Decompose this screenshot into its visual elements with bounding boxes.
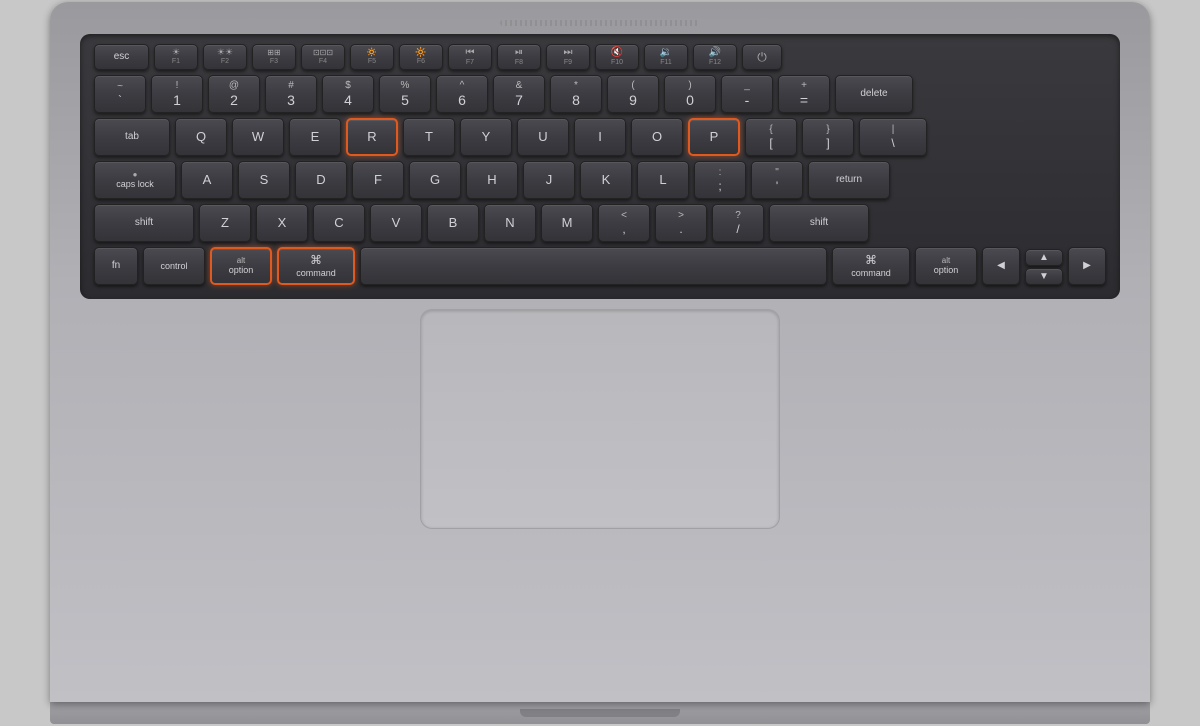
key-f9[interactable]: ⏭ F9 [546,44,590,70]
key-f7[interactable]: ⏮ F7 [448,44,492,70]
key-return[interactable]: return [808,161,890,199]
key-f1[interactable]: ☀ F1 [154,44,198,70]
key-5[interactable]: % 5 [379,75,431,113]
key-f10[interactable]: 🔇 F10 [595,44,639,70]
key-c[interactable]: C [313,204,365,242]
key-f12[interactable]: 🔊 F12 [693,44,737,70]
key-arrow-up[interactable]: ▲ [1025,249,1063,266]
key-f11[interactable]: 🔉 F11 [644,44,688,70]
key-9[interactable]: ( 9 [607,75,659,113]
key-command-right[interactable]: ⌘ command [832,247,910,285]
key-t[interactable]: T [403,118,455,156]
key-w[interactable]: W [232,118,284,156]
key-backslash[interactable]: | \ [859,118,927,156]
zxcv-row: shift Z X C V B N M < , > . ? / [94,204,1106,242]
key-comma[interactable]: < , [598,204,650,242]
key-arrow-down[interactable]: ▼ [1025,268,1063,285]
key-h[interactable]: H [466,161,518,199]
key-semicolon[interactable]: : ; [694,161,746,199]
key-q[interactable]: Q [175,118,227,156]
key-delete[interactable]: delete [835,75,913,113]
key-4[interactable]: $ 4 [322,75,374,113]
trackpad[interactable] [420,309,780,529]
key-f3[interactable]: ⊞⊞ F3 [252,44,296,70]
key-equals[interactable]: + = [778,75,830,113]
key-x[interactable]: X [256,204,308,242]
key-d[interactable]: D [295,161,347,199]
arrow-key-group: ◀ ▲ ▼ ▶ [982,247,1106,285]
key-6[interactable]: ^ 6 [436,75,488,113]
key-s[interactable]: S [238,161,290,199]
key-f2[interactable]: ☀☀ F2 [203,44,247,70]
trackpad-area [420,299,780,702]
key-l[interactable]: L [637,161,689,199]
key-quote[interactable]: " ' [751,161,803,199]
key-0[interactable]: ) 0 [664,75,716,113]
key-shift-right[interactable]: shift [769,204,869,242]
key-a[interactable]: A [181,161,233,199]
key-space[interactable] [360,247,827,285]
key-arrow-left[interactable]: ◀ [982,247,1020,285]
key-8[interactable]: * 8 [550,75,602,113]
key-option-right[interactable]: alt option [915,247,977,285]
key-k[interactable]: K [580,161,632,199]
key-slash[interactable]: ? / [712,204,764,242]
laptop-body: esc ☀ F1 ☀☀ F2 ⊞⊞ F3 ⊡⊡⊡ F4 � [50,2,1150,724]
key-arrow-right[interactable]: ▶ [1068,247,1106,285]
key-u[interactable]: U [517,118,569,156]
key-g[interactable]: G [409,161,461,199]
key-option-left[interactable]: alt option [210,247,272,285]
key-v[interactable]: V [370,204,422,242]
key-o[interactable]: O [631,118,683,156]
key-z[interactable]: Z [199,204,251,242]
key-power[interactable]: ⏻ [742,44,782,70]
speaker-grille [500,20,700,26]
key-minus[interactable]: _ - [721,75,773,113]
key-shift-left[interactable]: shift [94,204,194,242]
laptop-bottom [50,702,1150,724]
key-backtick[interactable]: ~ ` [94,75,146,113]
key-1[interactable]: ! 1 [151,75,203,113]
key-p[interactable]: P [688,118,740,156]
bottom-notch [520,709,680,717]
key-m[interactable]: M [541,204,593,242]
key-j[interactable]: J [523,161,575,199]
key-fn[interactable]: fn [94,247,138,285]
key-period[interactable]: > . [655,204,707,242]
key-bracket-left[interactable]: { [ [745,118,797,156]
key-y[interactable]: Y [460,118,512,156]
number-row: ~ ` ! 1 @ 2 # 3 $ 4 [94,75,1106,113]
key-esc[interactable]: esc [94,44,149,70]
bottom-row: fn control alt option ⌘ command ⌘ comman… [94,247,1106,285]
key-2[interactable]: @ 2 [208,75,260,113]
key-b[interactable]: B [427,204,479,242]
key-control[interactable]: control [143,247,205,285]
key-f8[interactable]: ⏯ F8 [497,44,541,70]
key-f6[interactable]: 🔆 F6 [399,44,443,70]
key-7[interactable]: & 7 [493,75,545,113]
keyboard: esc ☀ F1 ☀☀ F2 ⊞⊞ F3 ⊡⊡⊡ F4 � [80,34,1120,299]
key-bracket-right[interactable]: } ] [802,118,854,156]
key-i[interactable]: I [574,118,626,156]
fn-row: esc ☀ F1 ☀☀ F2 ⊞⊞ F3 ⊡⊡⊡ F4 � [94,44,1106,70]
laptop: esc ☀ F1 ☀☀ F2 ⊞⊞ F3 ⊡⊡⊡ F4 � [50,2,1150,702]
key-r[interactable]: R [346,118,398,156]
key-f5[interactable]: 🔅 F5 [350,44,394,70]
asdf-row: ● caps lock A S D F G H J K L : ; " ' [94,161,1106,199]
key-3[interactable]: # 3 [265,75,317,113]
key-f[interactable]: F [352,161,404,199]
key-tab[interactable]: tab [94,118,170,156]
key-command-left[interactable]: ⌘ command [277,247,355,285]
key-caps-lock[interactable]: ● caps lock [94,161,176,199]
key-e[interactable]: E [289,118,341,156]
qwerty-row: tab Q W E R T Y U I O P { [ } ] [94,118,1106,156]
key-n[interactable]: N [484,204,536,242]
key-f4[interactable]: ⊡⊡⊡ F4 [301,44,345,70]
arrow-up-down: ▲ ▼ [1025,249,1063,285]
